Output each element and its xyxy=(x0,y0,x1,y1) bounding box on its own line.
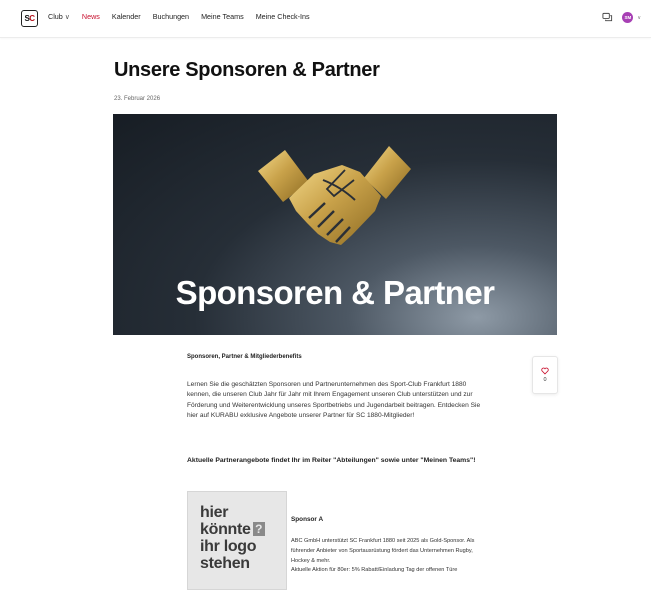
logo-text-line: stehen xyxy=(200,555,250,572)
heart-icon xyxy=(541,367,549,375)
page: SC Club ∨ News Kalender Buchungen Meine T… xyxy=(0,0,651,603)
like-count: 0 xyxy=(543,377,547,383)
nav-item-buchungen[interactable]: Buchungen xyxy=(153,12,189,21)
section-heading: Sponsoren, Partner & Mitgliederbenefits xyxy=(187,354,302,360)
chat-icon[interactable] xyxy=(602,12,613,23)
nav-item-meine-check-ins[interactable]: Meine Check-Ins xyxy=(256,12,310,21)
nav-item-kalender[interactable]: Kalender xyxy=(112,12,141,21)
like-button[interactable]: 0 xyxy=(532,356,558,394)
sponsor-offer: Aktuelle Aktion für 80er: 5% Rabatt/Einl… xyxy=(291,567,458,574)
sponsor-logo-placeholder: hier könnte? ihr logo stehen xyxy=(187,491,287,590)
club-logo[interactable]: SC xyxy=(21,10,38,27)
logo-text-line: ihr logo xyxy=(200,538,257,555)
logo-text-line: hier xyxy=(200,504,229,521)
avatar[interactable]: SM xyxy=(622,12,634,23)
nav-item-news[interactable]: News xyxy=(82,12,100,21)
chevron-down-icon: ∨ xyxy=(64,14,70,21)
sponsor-description: ABC GmbH unterstützt SC Frankfurt 1880 s… xyxy=(291,537,491,576)
top-navigation-bar: SC Club ∨ News Kalender Buchungen Meine T… xyxy=(0,0,651,38)
logo-letter-c: C xyxy=(29,14,35,23)
sponsor-name: Sponsor A xyxy=(291,516,324,523)
intro-paragraph: Lernen Sie die geschätzten Sponsoren und… xyxy=(187,381,481,419)
hero-title: Sponsoren & Partner xyxy=(175,274,495,311)
chevron-down-icon[interactable]: ∨ xyxy=(637,15,641,21)
main-nav: Club ∨ News Kalender Buchungen Meine Team… xyxy=(48,12,322,21)
header-actions: SM ∨ xyxy=(602,12,641,23)
question-mark-icon: ? xyxy=(252,522,265,536)
page-title: Unsere Sponsoren & Partner xyxy=(114,59,380,81)
hero-image: Sponsoren & Partner xyxy=(113,114,557,335)
logo-text-line: könnte? xyxy=(200,522,265,538)
logo-text-fragment: könnte xyxy=(200,521,251,538)
nav-item-meine-teams[interactable]: Meine Teams xyxy=(201,12,244,21)
sponsor-text: ABC GmbH unterstützt SC Frankfurt 1880 s… xyxy=(291,538,475,564)
nav-item-club[interactable]: Club ∨ xyxy=(48,12,70,21)
nav-item-label: Club xyxy=(48,12,63,21)
article-date: 23. Februar 2026 xyxy=(114,96,161,102)
offers-note: Aktuelle Partnerangebote findet Ihr im R… xyxy=(187,457,476,464)
